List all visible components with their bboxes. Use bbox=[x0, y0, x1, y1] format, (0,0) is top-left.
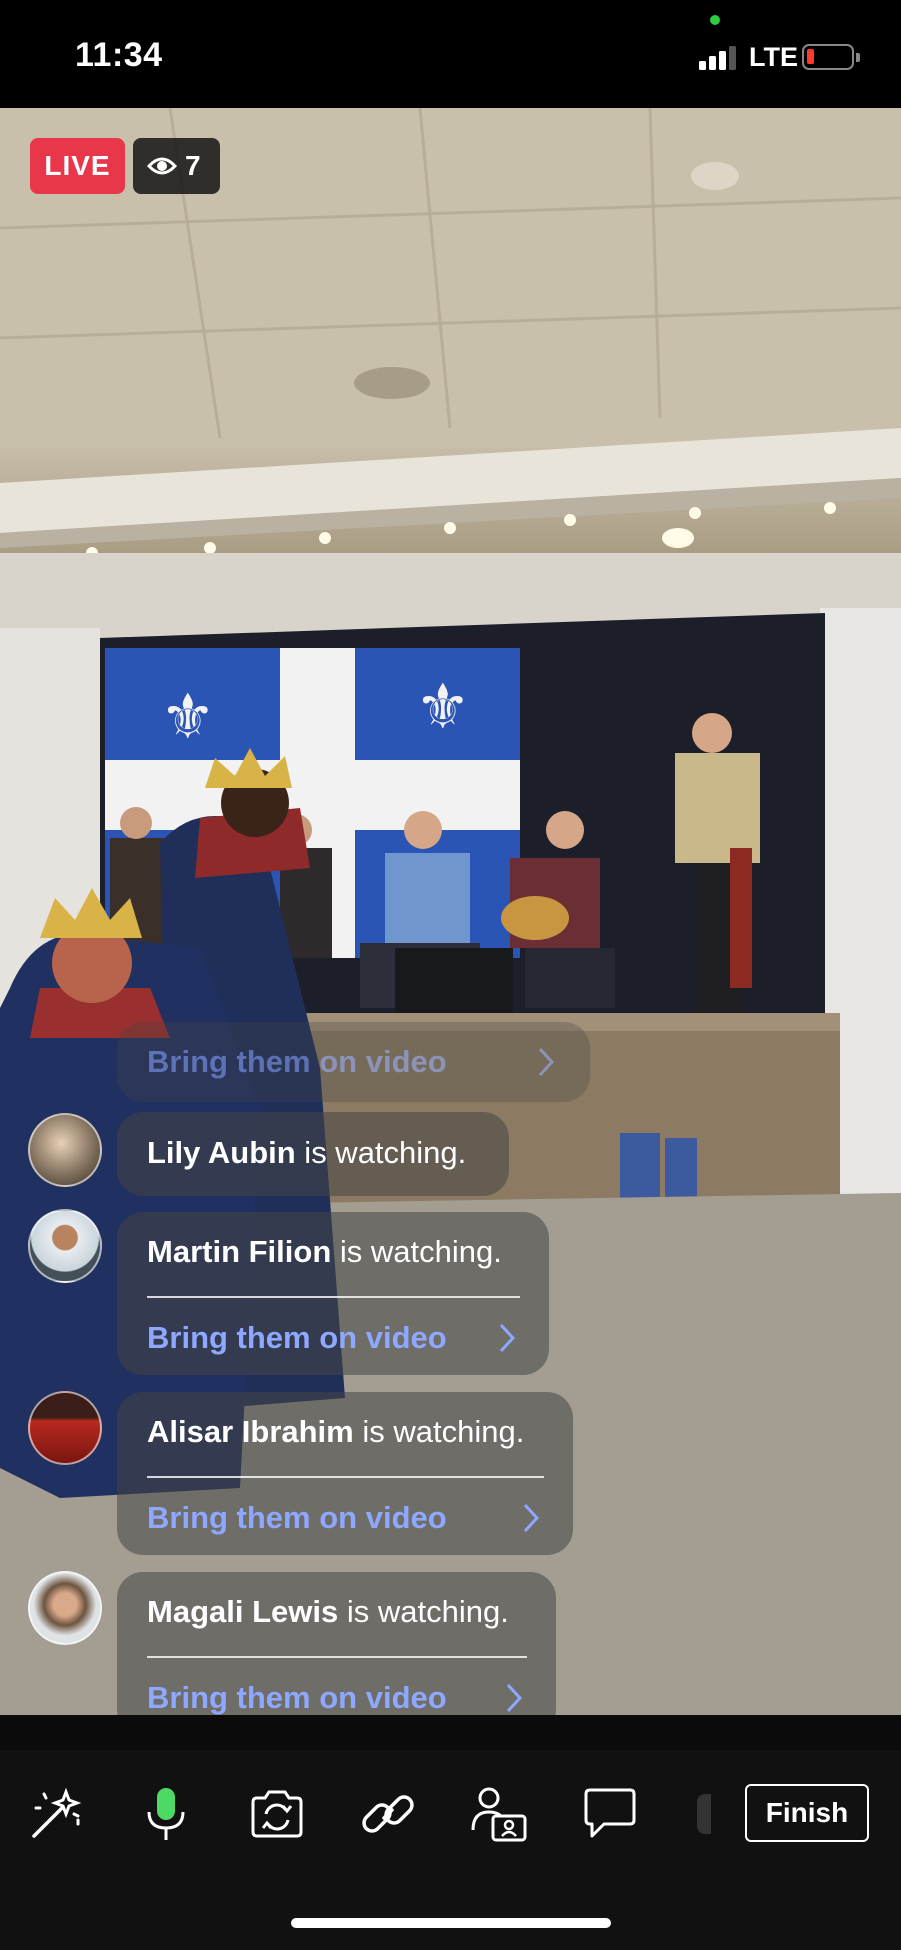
comment-text: Lily Aubin is watching. bbox=[147, 1135, 466, 1171]
comment-icon[interactable] bbox=[580, 1784, 640, 1844]
comment-message: is watching. bbox=[331, 1234, 502, 1269]
video-bottom-edge bbox=[0, 1715, 901, 1750]
live-badge: LIVE bbox=[30, 138, 125, 194]
chevron-right-icon[interactable] bbox=[522, 1502, 540, 1534]
bring-on-video-link[interactable]: Bring them on video bbox=[147, 1044, 447, 1080]
battery-icon bbox=[802, 44, 860, 70]
viewer-count-badge[interactable]: 7 bbox=[133, 138, 220, 194]
comment-text: Alisar Ibrahim is watching. bbox=[147, 1414, 524, 1450]
bring-on-video-link[interactable]: Bring them on video bbox=[147, 1320, 447, 1356]
comment-bubble: Martin Filion is watching. Bring them on… bbox=[117, 1212, 549, 1375]
status-bar: 11:34 LTE bbox=[0, 0, 901, 108]
chevron-right-icon bbox=[538, 1047, 555, 1077]
partial-tool-icon bbox=[697, 1794, 711, 1834]
comment-text: Martin Filion is watching. bbox=[147, 1234, 502, 1270]
link-icon[interactable] bbox=[358, 1784, 418, 1844]
viewer-name: Magali Lewis bbox=[147, 1594, 339, 1629]
finish-button[interactable]: Finish bbox=[745, 1784, 869, 1842]
viewer-count: 7 bbox=[185, 150, 201, 181]
comment-message: is watching. bbox=[353, 1414, 525, 1449]
comment-bubble: Lily Aubin is watching. bbox=[117, 1112, 509, 1196]
guest-icon[interactable] bbox=[469, 1784, 529, 1844]
bring-on-video-link[interactable]: Bring them on video bbox=[147, 1500, 447, 1536]
avatar[interactable] bbox=[28, 1209, 102, 1283]
cellular-signal-icon bbox=[699, 44, 739, 70]
avatar[interactable] bbox=[28, 1113, 102, 1187]
camera-in-use-indicator bbox=[710, 15, 720, 25]
comment-bubble: Bring them on video bbox=[117, 1022, 590, 1102]
divider bbox=[147, 1476, 544, 1478]
bring-on-video-link[interactable]: Bring them on video bbox=[147, 1680, 447, 1716]
svg-text:⚜: ⚜ bbox=[160, 680, 216, 753]
comment-bubble: Magali Lewis is watching. Bring them on … bbox=[117, 1572, 556, 1735]
viewer-name: Alisar Ibrahim bbox=[147, 1414, 354, 1449]
chevron-right-icon[interactable] bbox=[505, 1682, 523, 1714]
comment-message: is watching. bbox=[295, 1135, 467, 1170]
status-time: 11:34 bbox=[75, 36, 163, 74]
comment-bubble: Alisar Ibrahim is watching. Bring them o… bbox=[117, 1392, 573, 1555]
network-type: LTE bbox=[749, 42, 798, 72]
flip-camera-icon[interactable] bbox=[247, 1784, 307, 1844]
divider bbox=[147, 1656, 527, 1658]
viewer-name: Martin Filion bbox=[147, 1234, 332, 1269]
avatar[interactable] bbox=[28, 1391, 102, 1465]
svg-text:⚜: ⚜ bbox=[415, 670, 471, 743]
magic-wand-icon[interactable] bbox=[26, 1784, 86, 1844]
home-indicator[interactable] bbox=[291, 1918, 611, 1928]
comment-text: Magali Lewis is watching. bbox=[147, 1594, 509, 1630]
microphone-icon[interactable] bbox=[136, 1784, 196, 1844]
avatar[interactable] bbox=[28, 1571, 102, 1645]
chevron-right-icon[interactable] bbox=[498, 1322, 516, 1354]
eye-icon bbox=[147, 157, 177, 175]
viewer-name: Lily Aubin bbox=[147, 1135, 296, 1170]
divider bbox=[147, 1296, 520, 1298]
comment-message: is watching. bbox=[338, 1594, 509, 1629]
